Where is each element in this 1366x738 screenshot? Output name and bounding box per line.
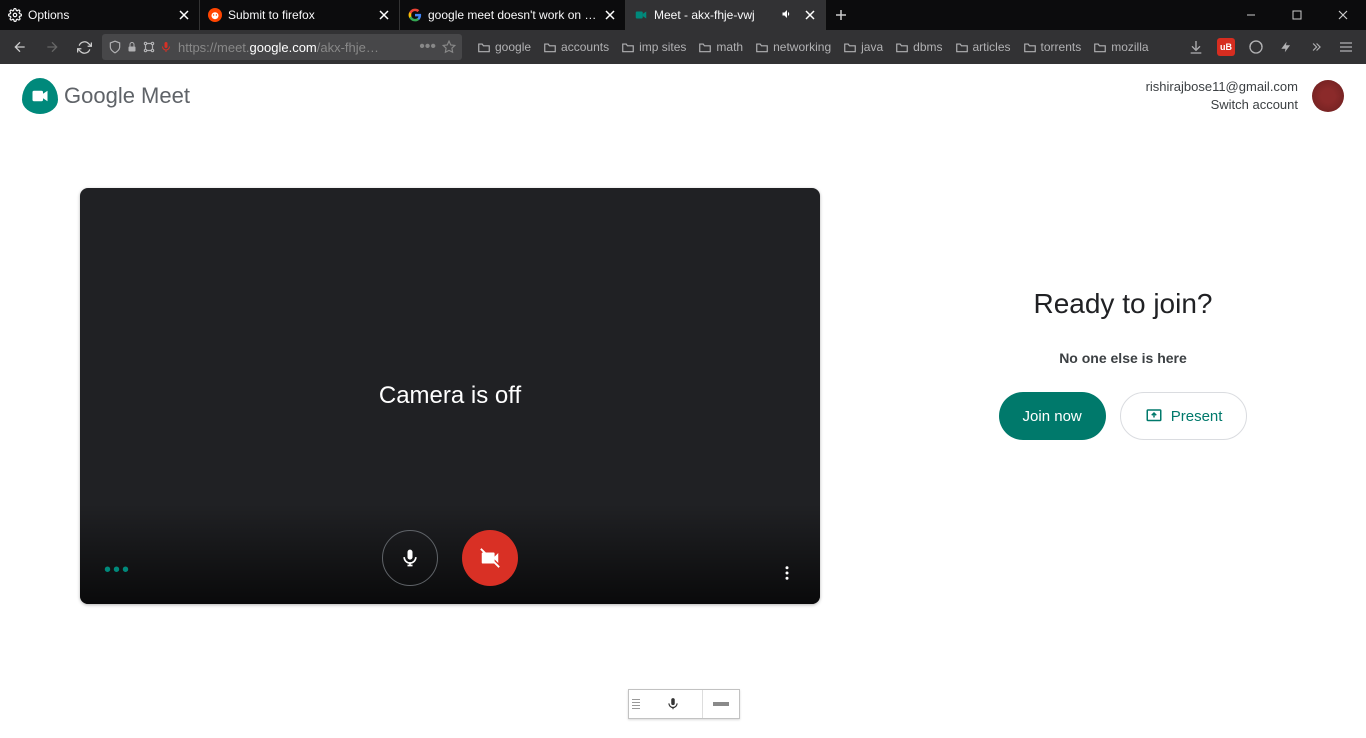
tab-options[interactable]: Options: [0, 0, 200, 30]
avatar[interactable]: [1312, 80, 1344, 112]
meet-icon: [634, 8, 648, 22]
forward-button[interactable]: [38, 33, 66, 61]
bookmark-folder[interactable]: networking: [750, 38, 836, 56]
video-preview: Camera is off •••: [80, 188, 820, 604]
bookmarks-bar: google accounts imp sites math networkin…: [472, 38, 1178, 56]
google-icon: [408, 8, 422, 22]
url-text: https://meet.google.com/akx-fhje…: [178, 40, 413, 55]
tab-google-search[interactable]: google meet doesn't work on f…: [400, 0, 626, 30]
permissions-icon[interactable]: [142, 40, 156, 54]
extension2-icon[interactable]: [1272, 33, 1300, 61]
close-icon[interactable]: [803, 8, 817, 22]
meet-logo-text: Google Meet: [64, 83, 190, 109]
tab-label: Options: [28, 8, 171, 22]
tab-label: Submit to firefox: [228, 8, 371, 22]
switch-account-link[interactable]: Switch account: [1146, 96, 1298, 114]
new-tab-button[interactable]: [826, 0, 856, 30]
mic-blocked-icon[interactable]: [160, 41, 172, 53]
bookmark-folder[interactable]: java: [838, 38, 888, 56]
bookmark-star-icon[interactable]: [442, 40, 456, 54]
more-options-left[interactable]: •••: [104, 559, 131, 582]
grip-icon: [629, 699, 643, 709]
account-email: rishirajbose11@gmail.com: [1146, 78, 1298, 96]
join-panel: Ready to join? No one else is here Join …: [880, 188, 1366, 440]
ublock-icon[interactable]: uB: [1212, 33, 1240, 61]
bookmark-folder[interactable]: articles: [950, 38, 1016, 56]
close-icon[interactable]: [377, 8, 391, 22]
shield-icon[interactable]: [108, 40, 122, 54]
account-info: rishirajbose11@gmail.com Switch account: [1146, 78, 1298, 114]
bookmark-folder[interactable]: google: [472, 38, 536, 56]
meet-body: Camera is off ••• Ready to join? No one …: [0, 128, 1366, 604]
tab-label: Meet - akx-fhje-vwj: [654, 8, 775, 22]
downloads-icon[interactable]: [1182, 33, 1210, 61]
back-button[interactable]: [6, 33, 34, 61]
window-controls: [1228, 0, 1366, 30]
participants-text: No one else is here: [1059, 350, 1187, 366]
bookmark-folder[interactable]: math: [693, 38, 748, 56]
minimize-button[interactable]: [1228, 0, 1274, 30]
level-bar: [703, 702, 739, 706]
audio-icon[interactable]: [781, 8, 795, 22]
gear-icon: [8, 8, 22, 22]
browser-toolbar: https://meet.google.com/akx-fhje… ••• go…: [0, 30, 1366, 64]
mic-toggle-button[interactable]: [382, 530, 438, 586]
lock-icon[interactable]: [126, 41, 138, 53]
bookmark-folder[interactable]: dbms: [890, 38, 947, 56]
tab-label: google meet doesn't work on f…: [428, 8, 597, 22]
maximize-button[interactable]: [1274, 0, 1320, 30]
menu-icon[interactable]: [1332, 33, 1360, 61]
reddit-icon: [208, 8, 222, 22]
overflow-icon[interactable]: [1302, 33, 1330, 61]
bookmark-folder[interactable]: torrents: [1018, 38, 1087, 56]
bookmark-folder[interactable]: accounts: [538, 38, 614, 56]
meet-logo-icon: [22, 78, 58, 114]
meet-logo[interactable]: Google Meet: [22, 78, 190, 114]
bookmark-folder[interactable]: imp sites: [616, 38, 691, 56]
extension-icon[interactable]: [1242, 33, 1270, 61]
meet-header: Google Meet rishirajbose11@gmail.com Swi…: [0, 64, 1366, 128]
tab-reddit[interactable]: Submit to firefox: [200, 0, 400, 30]
camera-off-text: Camera is off: [379, 382, 521, 410]
close-icon[interactable]: [603, 8, 617, 22]
mic-overlay-widget[interactable]: [628, 689, 740, 719]
page-content: Google Meet rishirajbose11@gmail.com Swi…: [0, 64, 1366, 738]
present-button[interactable]: Present: [1120, 392, 1248, 440]
join-now-button[interactable]: Join now: [999, 392, 1106, 440]
page-actions-icon[interactable]: •••: [419, 38, 436, 56]
url-bar[interactable]: https://meet.google.com/akx-fhje… •••: [102, 34, 462, 60]
bookmark-folder[interactable]: mozilla: [1088, 38, 1153, 56]
ready-heading: Ready to join?: [1033, 288, 1212, 320]
present-icon: [1145, 407, 1163, 425]
more-options-right[interactable]: [778, 564, 796, 582]
close-window-button[interactable]: [1320, 0, 1366, 30]
camera-toggle-button[interactable]: [462, 530, 518, 586]
reload-button[interactable]: [70, 33, 98, 61]
browser-tabstrip: Options Submit to firefox google meet do…: [0, 0, 1366, 30]
close-icon[interactable]: [177, 8, 191, 22]
mic-icon[interactable]: [643, 690, 703, 718]
tab-meet[interactable]: Meet - akx-fhje-vwj: [626, 0, 826, 30]
